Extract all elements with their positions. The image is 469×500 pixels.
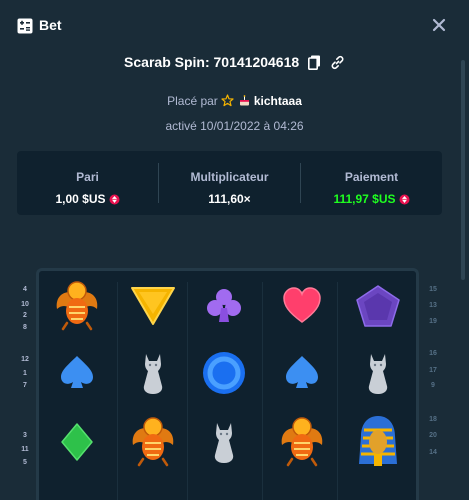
game-id-title: Scarab Spin: 70141204618 (0, 54, 469, 73)
bet-value: 1,00 $US (55, 192, 106, 206)
triangle-icon (123, 278, 183, 334)
username-link[interactable]: kichtaaa (254, 94, 302, 108)
payout-value: 111,97 $US (333, 192, 396, 206)
payline-number: 12 (21, 356, 29, 363)
heart-icon (272, 278, 332, 334)
payline-number: 19 (429, 318, 437, 325)
scarab-icon (47, 278, 107, 334)
placed-by-label: Placé par (167, 94, 218, 108)
coin-icon (106, 192, 120, 206)
payline-number: 3 (23, 432, 27, 439)
payline-number: 15 (429, 286, 437, 293)
placed-by: Placé par kichtaaa (0, 94, 469, 108)
cake-icon (238, 94, 254, 108)
bet-amount-stat: Pari 1,00 $US (17, 151, 158, 215)
payline-number: 7 (23, 382, 27, 389)
bet-label: Pari (76, 170, 99, 184)
coin-icon (396, 192, 410, 206)
spade-icon (47, 345, 107, 401)
payline-number: 2 (23, 312, 27, 319)
payline-number: 17 (429, 367, 437, 374)
multiplier-stat: Multiplicateur 111,60× (159, 151, 300, 215)
payline-number: 4 (23, 286, 27, 293)
ring-icon (194, 345, 254, 401)
cat-icon (348, 345, 408, 401)
star-icon (221, 94, 237, 108)
payline-number: 13 (429, 302, 437, 309)
payline-number: 8 (23, 324, 27, 331)
pharaoh-icon (348, 414, 408, 470)
payline-number: 20 (429, 432, 437, 439)
copy-icon[interactable] (308, 55, 321, 73)
link-icon[interactable] (330, 55, 345, 73)
bet-value-row: 1,00 $US (17, 192, 158, 206)
modal-header: Bet (0, 0, 469, 52)
reel-divider (187, 282, 188, 500)
spade-icon (272, 345, 332, 401)
payout-value-row: 111,97 $US (301, 192, 442, 206)
scarab-icon (272, 414, 332, 470)
club-icon (194, 278, 254, 334)
cat-icon (194, 414, 254, 470)
pentagon-icon (348, 278, 408, 334)
payline-number: 14 (429, 449, 437, 456)
payline-number: 5 (23, 459, 27, 466)
activated-date: activé 10/01/2022 à 04:26 (165, 119, 304, 133)
payline-number: 9 (431, 382, 435, 389)
modal-title: Bet (39, 17, 62, 33)
payout-stat: Paiement 111,97 $US (301, 151, 442, 215)
multiplier-value: 111,60× (208, 192, 251, 206)
game-id-text: Scarab Spin: 70141204618 (124, 54, 300, 70)
bet-slip-icon (17, 18, 33, 34)
close-icon[interactable] (428, 14, 450, 36)
reel-divider (262, 282, 263, 500)
reel-divider (117, 282, 118, 500)
payline-number: 16 (429, 350, 437, 357)
payline-number: 1 (23, 370, 27, 377)
payline-number: 18 (429, 416, 437, 423)
reel-divider (337, 282, 338, 500)
payline-number: 10 (21, 301, 29, 308)
diamond-icon (47, 414, 107, 470)
payout-label: Paiement (344, 170, 399, 184)
payline-number: 11 (21, 446, 29, 453)
cat-icon (123, 345, 183, 401)
bet-stats-panel: Pari 1,00 $US Multiplicateur 111,60× Pai… (17, 151, 442, 215)
scarab-icon (123, 414, 183, 470)
modal-scrollbar[interactable] (461, 60, 465, 280)
multiplier-label: Multiplicateur (190, 170, 269, 184)
